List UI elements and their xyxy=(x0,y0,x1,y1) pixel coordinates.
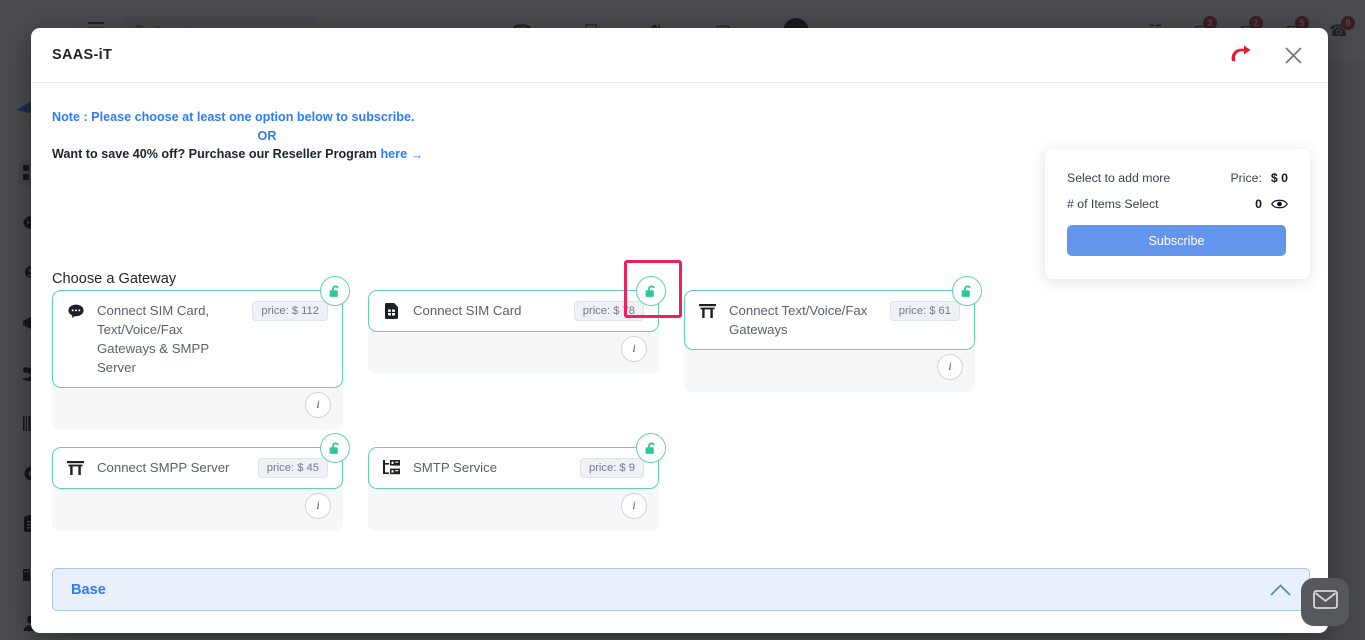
info-icon[interactable]: i xyxy=(305,391,331,418)
info-icon[interactable]: i xyxy=(305,492,331,519)
info-icon[interactable]: i xyxy=(621,335,647,362)
gateway-card-price: price: $ 112 xyxy=(252,301,328,321)
gateway-card-price: price: $ 9 xyxy=(579,458,644,478)
close-icon[interactable] xyxy=(1280,42,1306,68)
gateway-slot: Connect SIM Card price: $ 78 i xyxy=(368,260,684,430)
modal-header-actions xyxy=(1224,40,1306,70)
unlock-icon[interactable] xyxy=(320,276,350,306)
accordion-base[interactable]: Base xyxy=(52,568,1310,611)
select-to-add-more-label: Select to add more xyxy=(1067,171,1171,185)
gateway-slot: Connect Text/Voice/Fax Gateways price: $… xyxy=(684,276,1000,430)
gateway-card-connect-sim-text-voice-fax-smpp[interactable]: Connect SIM Card, Text/Voice/Fax Gateway… xyxy=(52,276,350,430)
gateway-card-header[interactable]: Connect SIM Card, Text/Voice/Fax Gateway… xyxy=(52,276,350,388)
gateway-icon xyxy=(67,459,84,476)
saas-it-modal: SAAS-iT Note : Please choose at least on… xyxy=(31,28,1328,633)
note-or-separator: OR xyxy=(257,129,277,143)
note-line-1: Note : Please choose at least one option… xyxy=(52,110,415,124)
choose-a-gateway-heading: Choose a Gateway xyxy=(52,271,177,287)
modal-header: SAAS-iT xyxy=(31,28,1328,83)
note-line-2: Want to save 40% off? Purchase our Resel… xyxy=(52,147,692,162)
items-row: # of Items Select 0 xyxy=(1067,197,1288,211)
gateway-slot: Connect SIM Card, Text/Voice/Fax Gateway… xyxy=(52,276,368,430)
gateway-card-header[interactable]: Connect SIM Card price: $ 78 xyxy=(368,260,682,332)
price-row: Select to add more Price: $ 0 xyxy=(1067,171,1288,185)
gateway-card-header[interactable]: Connect SMPP Server price: $ 45 xyxy=(52,433,350,489)
price-value: $ 0 xyxy=(1270,171,1288,185)
gateway-icon xyxy=(699,302,716,319)
chat-widget-button[interactable] xyxy=(1301,578,1349,626)
unlock-icon[interactable] xyxy=(320,433,350,463)
gateway-card-connect-sim-card[interactable]: Connect SIM Card price: $ 78 i xyxy=(368,260,682,374)
subscribe-button[interactable]: Subscribe xyxy=(1067,225,1286,256)
chevron-up-icon[interactable] xyxy=(1270,583,1291,596)
gateway-card-price: price: $ 78 xyxy=(573,301,644,321)
price-label: Price: xyxy=(1230,171,1262,185)
gateway-slot: SMTP Service price: $ 9 i xyxy=(368,433,684,531)
accordion-base-label: Base xyxy=(71,581,106,598)
gateway-card-price: price: $ 61 xyxy=(889,301,960,321)
items-value-group: 0 xyxy=(1255,197,1288,211)
gateway-card-connect-smpp-server[interactable]: Connect SMPP Server price: $ 45 i xyxy=(52,433,350,531)
gateway-card-price: price: $ 45 xyxy=(257,458,328,478)
sim-card-icon xyxy=(383,302,400,319)
envelope-icon xyxy=(1312,590,1338,614)
eye-icon[interactable] xyxy=(1271,198,1288,210)
gateway-slot: Connect SMPP Server price: $ 45 i xyxy=(52,433,368,531)
gateway-card-connect-text-voice-fax-gateways[interactable]: Connect Text/Voice/Fax Gateways price: $… xyxy=(684,276,982,392)
page-title: SAAS-iT xyxy=(52,47,113,63)
info-icon[interactable]: i xyxy=(621,492,647,519)
gateway-card-smtp-service[interactable]: SMTP Service price: $ 9 i xyxy=(368,433,666,531)
gateway-card-header[interactable]: Connect Text/Voice/Fax Gateways price: $… xyxy=(684,276,982,350)
price-value-group: Price: $ 0 xyxy=(1230,171,1288,185)
arrow-right-icon: → xyxy=(410,148,424,162)
gateway-card-label: SMTP Service xyxy=(413,460,498,475)
modal-body: Note : Please choose at least one option… xyxy=(31,83,1328,633)
unlock-icon[interactable] xyxy=(636,276,666,306)
gateway-card-label: Connect Text/Voice/Fax Gateways xyxy=(729,303,868,337)
note-block: Note : Please choose at least one option… xyxy=(52,110,692,162)
gateway-card-label: Connect SIM Card xyxy=(413,303,522,318)
reset-arrow-icon[interactable] xyxy=(1224,40,1254,70)
gateway-card-header[interactable]: SMTP Service price: $ 9 xyxy=(368,433,666,489)
price-summary-card: Select to add more Price: $ 0 # of Items… xyxy=(1045,149,1310,279)
unlock-icon[interactable] xyxy=(636,433,666,463)
gateway-card-label: Connect SIM Card, Text/Voice/Fax Gateway… xyxy=(97,303,210,375)
items-count: 0 xyxy=(1255,197,1262,211)
info-icon[interactable]: i xyxy=(937,353,963,380)
gateway-card-label: Connect SMPP Server xyxy=(97,460,230,475)
reseller-text: Want to save 40% off? Purchase our Resel… xyxy=(52,147,381,161)
unlock-icon[interactable] xyxy=(952,276,982,306)
chat-bubble-icon xyxy=(67,302,84,319)
reseller-here-link[interactable]: here xyxy=(380,147,407,161)
items-select-label: # of Items Select xyxy=(1067,197,1159,211)
smtp-server-icon xyxy=(383,459,400,476)
gateway-card-grid: Connect SIM Card, Text/Voice/Fax Gateway… xyxy=(52,260,1310,548)
